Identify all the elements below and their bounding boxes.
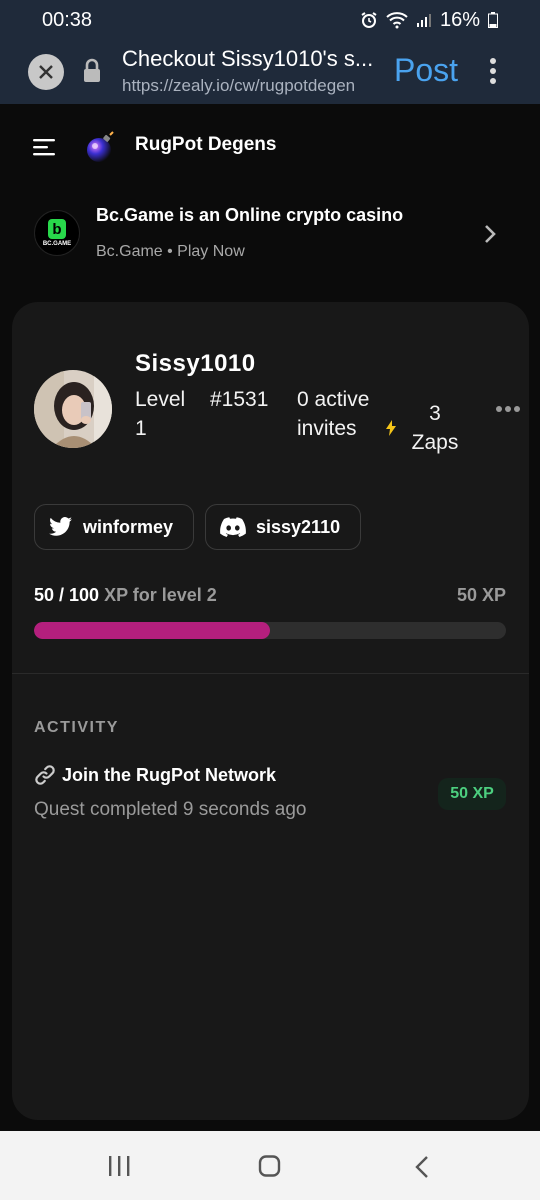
profile-card: Sissy1010 Level 1 #1531 0 active invites…: [12, 302, 529, 1120]
ad-logo-text: BC.GAME: [42, 241, 72, 247]
username: Sissy1010: [135, 350, 256, 377]
xp-progress-label: 50 / 100 XP for level 2: [34, 585, 217, 606]
page-info[interactable]: Checkout Sissy1010's s... https://zealy.…: [122, 46, 380, 96]
xp-reward-badge: 50 XP: [438, 778, 506, 810]
page-title: Checkout Sissy1010's s...: [122, 46, 374, 71]
post-button[interactable]: Post: [394, 52, 458, 89]
twitter-icon: [49, 517, 72, 536]
recent-apps-icon[interactable]: [107, 1155, 131, 1177]
status-time: 00:38: [42, 8, 93, 31]
discord-link[interactable]: sissy2110: [205, 504, 361, 550]
discord-icon: [220, 517, 246, 537]
battery-percent: 16%: [439, 8, 480, 31]
battery-icon: [488, 12, 498, 28]
lightning-icon: [386, 420, 396, 436]
xp-remaining: 50 XP: [456, 585, 506, 605]
xp-progress-bar: [34, 622, 506, 639]
community-logo-icon: [87, 131, 114, 162]
close-icon: [39, 65, 53, 79]
wifi-icon: [386, 12, 408, 29]
lock-icon: [84, 58, 100, 82]
back-icon[interactable]: [413, 1155, 431, 1179]
ad-logo-letter: b: [48, 219, 66, 239]
menu-icon[interactable]: [33, 138, 57, 156]
close-tab-button[interactable]: [28, 54, 64, 90]
chevron-right-icon[interactable]: [483, 223, 497, 245]
system-nav-bar: [0, 1131, 540, 1200]
signal-icon: [416, 14, 431, 27]
link-icon: [35, 765, 55, 785]
divider: [12, 673, 529, 674]
status-icons: 16%: [360, 9, 498, 32]
active-invites: 0 active invites: [297, 388, 370, 440]
zaps: 3 Zaps: [411, 402, 459, 454]
page-url: https://zealy.io/cw/rugpotdegen: [122, 76, 356, 95]
more-options-icon[interactable]: [486, 56, 500, 86]
status-bar: 00:38 16%: [0, 0, 540, 40]
activity-item-subtitle: Quest completed 9 seconds ago: [34, 799, 307, 820]
rank: #1531: [210, 388, 269, 411]
avatar: [34, 370, 112, 448]
twitter-handle: winformey: [83, 516, 174, 537]
level: Level 1: [135, 388, 186, 440]
ad-banner[interactable]: b BC.GAME Bc.Game is an Online crypto ca…: [0, 195, 540, 275]
xp-progress-fill: [34, 622, 270, 639]
quest-name: Join the RugPot Network: [62, 764, 277, 785]
activity-item-title[interactable]: Join the RugPot Network: [34, 764, 276, 786]
ad-subtitle: Bc.Game • Play Now: [96, 243, 245, 260]
browser-toolbar: Checkout Sissy1010's s... https://zealy.…: [0, 40, 540, 104]
alarm-icon: [361, 12, 377, 28]
ad-title: Bc.Game is an Online crypto casino: [96, 205, 404, 225]
community-name: RugPot Degens: [135, 134, 277, 155]
discord-handle: sissy2110: [256, 516, 341, 537]
home-icon[interactable]: [258, 1155, 282, 1177]
twitter-link[interactable]: winformey: [34, 504, 194, 550]
xp-current: 50 / 100: [34, 585, 100, 605]
ad-logo: b BC.GAME: [34, 210, 80, 256]
xp-next-level: XP for level 2: [104, 585, 217, 605]
activity-heading: ACTIVITY: [34, 719, 119, 736]
more-horizontal-icon[interactable]: [495, 405, 521, 413]
